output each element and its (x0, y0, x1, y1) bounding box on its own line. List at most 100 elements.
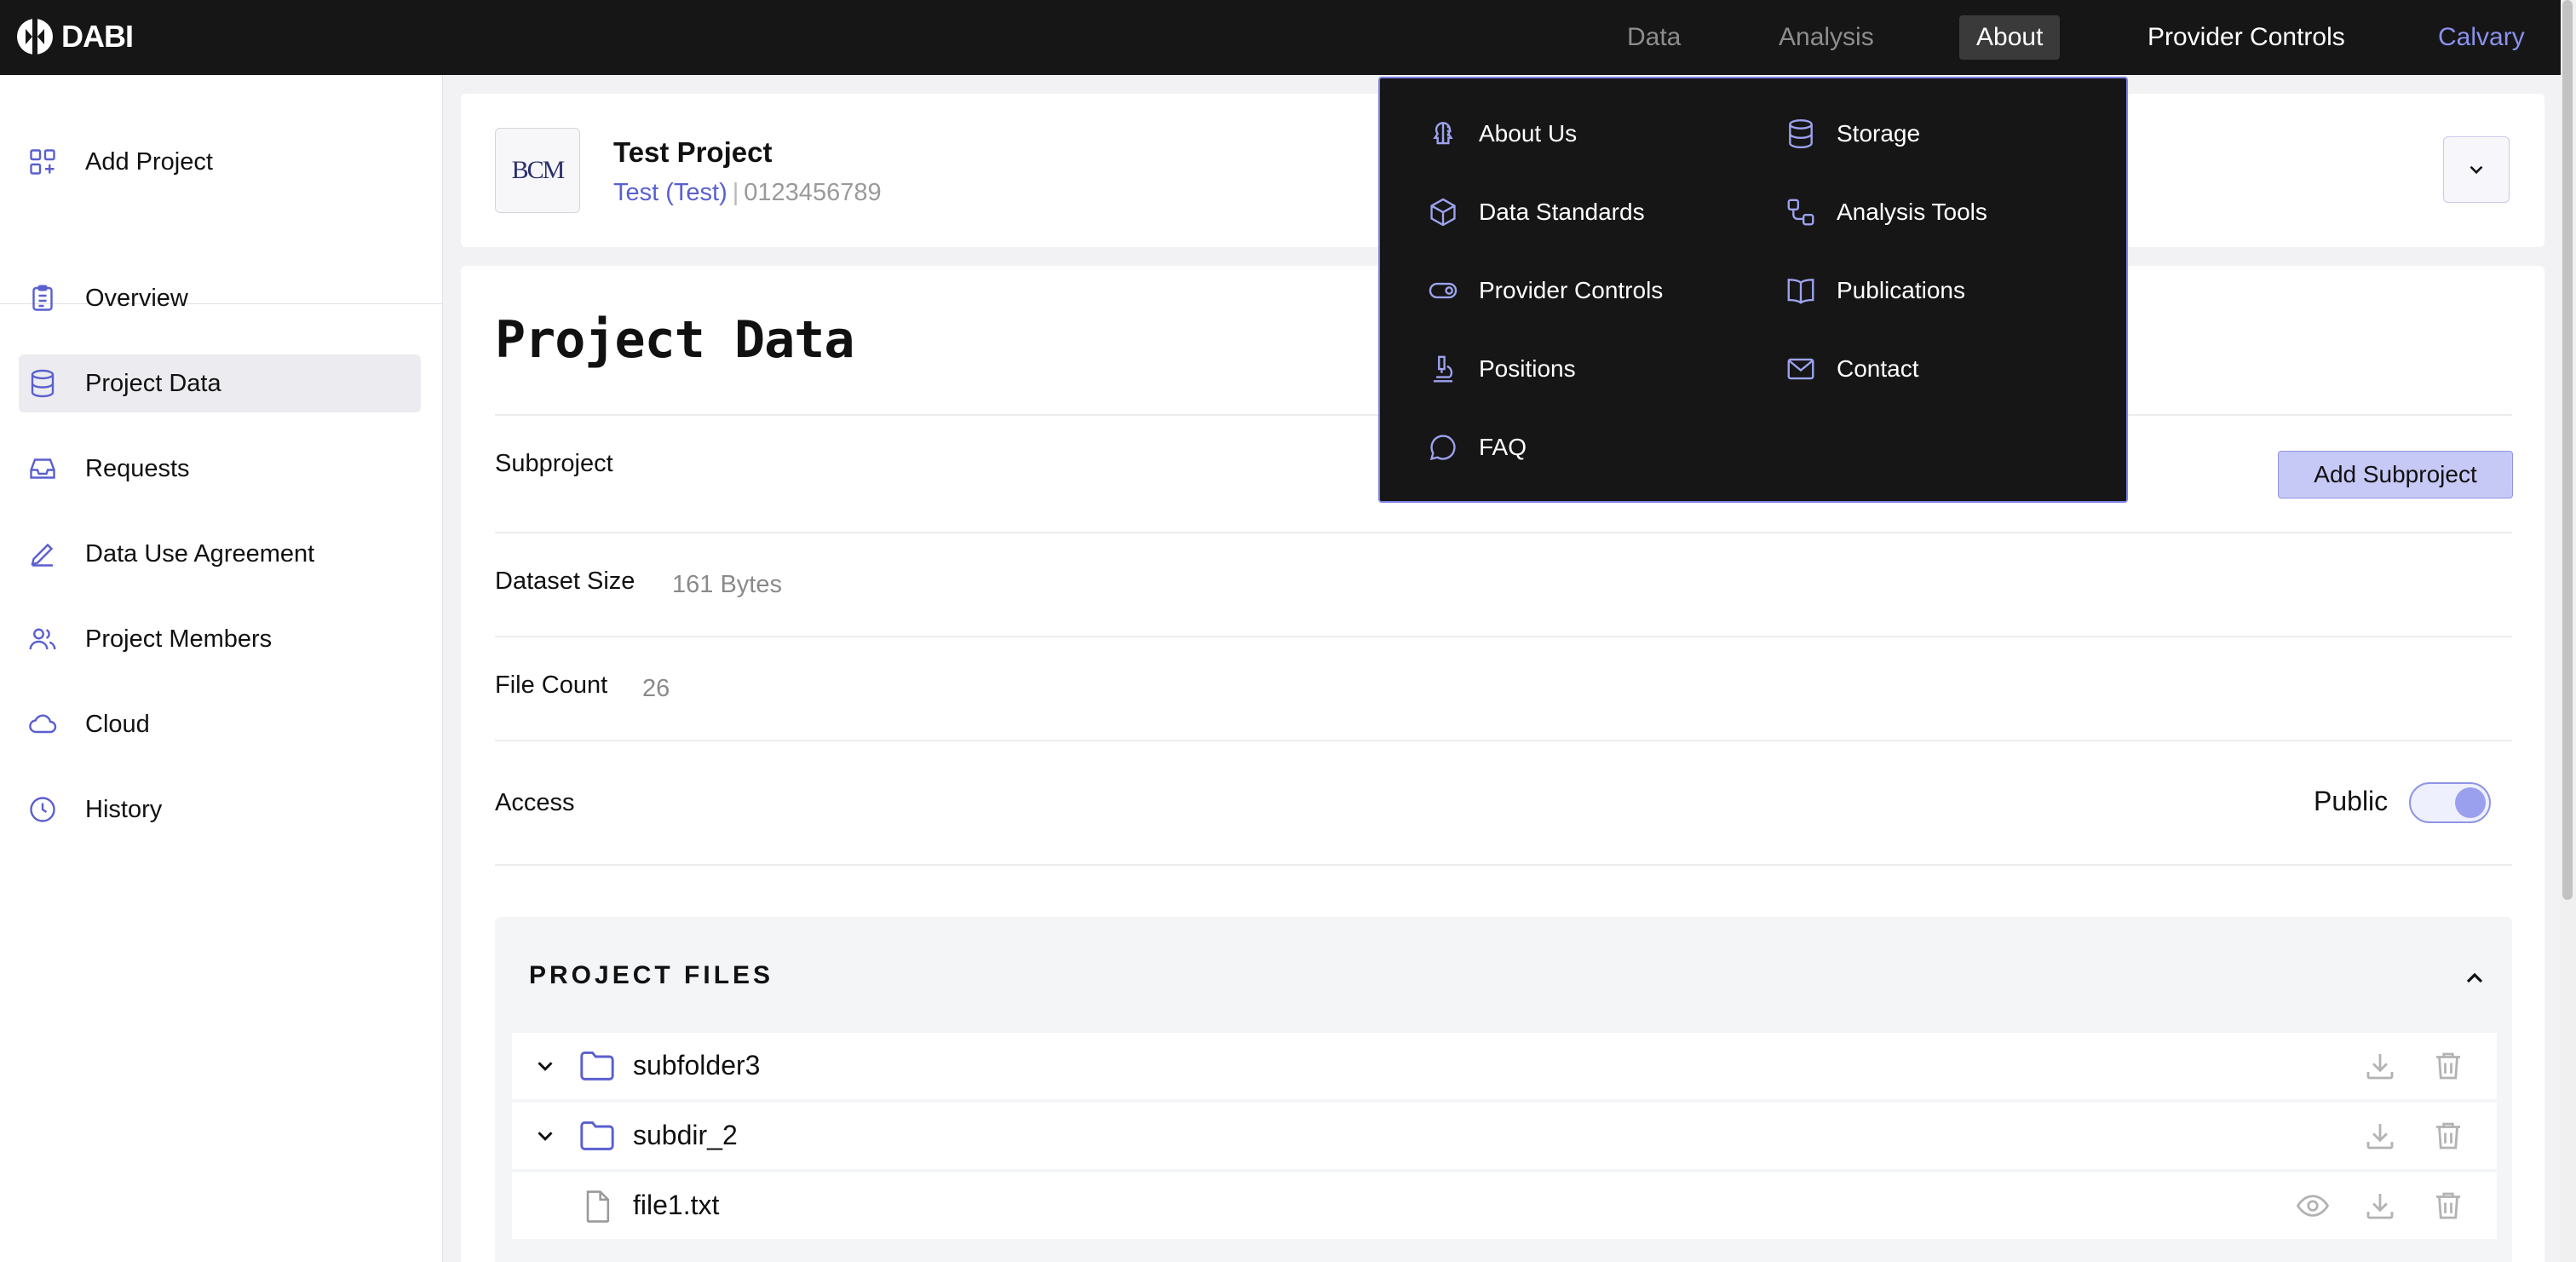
project-subtitle: Test (Test) | 0123456789 (613, 179, 882, 207)
menu-item-label: Contact (1837, 355, 1919, 382)
nav-about[interactable]: About (1959, 15, 2061, 60)
menu-item-label: Publications (1837, 277, 1965, 303)
menu-item-label: Analysis Tools (1837, 199, 1987, 225)
book-open-icon (1784, 274, 1818, 307)
folder-icon (578, 1048, 616, 1082)
divider (495, 864, 2512, 866)
sidebar-item-label: Cloud (85, 710, 150, 738)
chevron-up-icon (2466, 972, 2483, 983)
menu-item-label: Provider Controls (1479, 277, 1664, 303)
sidebar-item-label: Overview (85, 284, 188, 312)
download-icon[interactable] (2362, 1188, 2398, 1224)
divider (495, 636, 2512, 637)
file-name: file1.txt (633, 1190, 720, 1220)
clock-icon (17, 794, 68, 825)
project-expand-button[interactable] (2443, 136, 2510, 203)
project-id: 0123456789 (744, 179, 882, 206)
cube-icon (1426, 196, 1460, 228)
database-icon (1784, 118, 1818, 150)
sidebar-item-data-use-agreement[interactable]: Data Use Agreement (19, 525, 421, 583)
sidebar-item-label: Data Use Agreement (85, 539, 315, 568)
menu-item-positions[interactable]: Positions (1426, 348, 1576, 390)
file-row-file[interactable]: file1.txt (512, 1173, 2497, 1239)
sidebar-item-label: History (85, 795, 163, 823)
menu-item-data-standards[interactable]: Data Standards (1426, 191, 1645, 233)
download-icon[interactable] (2362, 1048, 2398, 1084)
subproject-label: Subproject (495, 450, 613, 477)
project-logo: BCM (495, 128, 580, 213)
sidebar-item-label: Project Members (85, 625, 273, 653)
mail-icon (1784, 353, 1818, 385)
scrollbar-thumb[interactable] (2562, 0, 2573, 900)
trash-icon[interactable] (2430, 1188, 2466, 1224)
sidebar-item-history[interactable]: History (19, 781, 421, 838)
add-project-label: Add Project (85, 147, 213, 176)
trash-icon[interactable] (2430, 1048, 2466, 1084)
dataset-size-label: Dataset Size (495, 568, 635, 595)
trash-icon[interactable] (2430, 1118, 2466, 1154)
collapse-files-button[interactable] (2461, 965, 2488, 992)
add-subproject-button[interactable]: Add Subproject (2278, 451, 2513, 498)
chevron-down-icon (2470, 165, 2483, 175)
top-nav-bar: DABI Data Analysis About Provider Contro… (0, 0, 2561, 75)
file-name: subfolder3 (633, 1050, 761, 1080)
nav-data[interactable]: Data (1610, 15, 1698, 60)
file-row-folder[interactable]: subfolder3 (512, 1033, 2497, 1099)
file-row-folder[interactable]: subdir_2 (512, 1103, 2497, 1169)
public-access-toggle[interactable] (2409, 782, 2491, 823)
microscope-icon (1426, 353, 1460, 385)
about-dropdown-menu: About Us Data Standards Provider Control… (1378, 77, 2128, 503)
chevron-down-icon[interactable] (532, 1053, 558, 1079)
menu-item-label: Storage (1837, 120, 1921, 147)
menu-item-analysis-tools[interactable]: Analysis Tools (1784, 191, 1987, 233)
menu-item-storage[interactable]: Storage (1784, 112, 1920, 155)
brain-icon (1426, 118, 1460, 150)
clipboard-list-icon (17, 283, 68, 314)
menu-item-provider-controls[interactable]: Provider Controls (1426, 269, 1663, 312)
page-title: Project Data (495, 310, 854, 370)
project-subtitle-separator: | (732, 179, 739, 206)
sidebar-item-label: Project Data (85, 369, 221, 397)
sidebar-item-overview[interactable]: Overview (19, 269, 421, 327)
menu-item-faq[interactable]: FAQ (1426, 426, 1527, 469)
menu-item-publications[interactable]: Publications (1784, 269, 1965, 312)
database-icon (17, 368, 68, 399)
workflow-icon (1784, 196, 1818, 228)
add-project-button[interactable]: Add Project (19, 133, 421, 191)
nav-analysis[interactable]: Analysis (1762, 15, 1891, 60)
folder-icon (578, 1118, 616, 1152)
sidebar-item-label: Requests (85, 454, 190, 482)
sidebar-item-project-data[interactable]: Project Data (19, 354, 421, 412)
eye-icon[interactable] (2294, 1188, 2332, 1224)
toggle-icon (1426, 274, 1460, 307)
sidebar: Add Project Overview Project Data Reques… (0, 75, 443, 1262)
project-files-title: PROJECT FILES (529, 961, 774, 989)
file-count-label: File Count (495, 671, 608, 699)
menu-item-about-us[interactable]: About Us (1426, 112, 1577, 155)
divider (495, 532, 2512, 533)
cloud-icon (17, 709, 68, 740)
project-title: Test Project (613, 136, 773, 168)
chevron-down-icon[interactable] (532, 1123, 558, 1149)
project-owner-link[interactable]: Test (Test) (613, 179, 727, 206)
nav-user-calvary[interactable]: Calvary (2421, 15, 2542, 60)
inbox-icon (17, 453, 68, 484)
toggle-knob (2455, 787, 2486, 818)
divider (495, 740, 2512, 741)
users-icon (17, 624, 68, 654)
brand-logo[interactable]: DABI (15, 17, 134, 56)
nav-provider-controls[interactable]: Provider Controls (2130, 15, 2362, 60)
dabi-logo-icon (17, 19, 53, 55)
pen-icon (17, 539, 68, 569)
menu-item-label: FAQ (1479, 434, 1527, 460)
menu-item-label: Data Standards (1479, 199, 1645, 225)
access-label: Access (495, 789, 575, 816)
add-grid-icon (17, 147, 68, 177)
sidebar-item-requests[interactable]: Requests (19, 440, 421, 498)
dataset-size-value: 161 Bytes (672, 571, 782, 598)
download-icon[interactable] (2362, 1118, 2398, 1154)
chat-bubble-icon (1426, 431, 1460, 464)
sidebar-item-cloud[interactable]: Cloud (19, 695, 421, 753)
menu-item-contact[interactable]: Contact (1784, 348, 1919, 390)
sidebar-item-project-members[interactable]: Project Members (19, 610, 421, 668)
